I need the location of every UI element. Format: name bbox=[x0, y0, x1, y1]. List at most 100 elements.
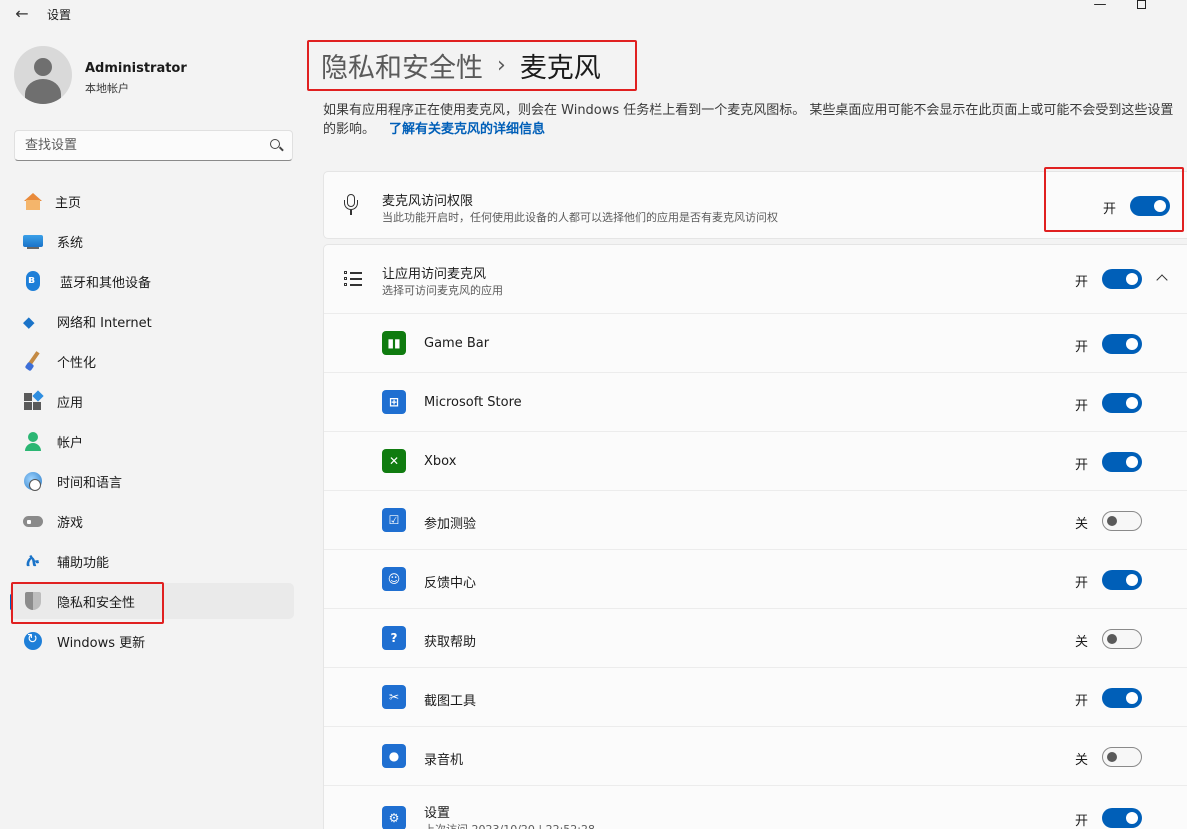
sidebar-item-label: 蓝牙和其他设备 bbox=[60, 275, 152, 291]
app-name: Game Bar bbox=[424, 336, 490, 351]
app-access-state: 开 bbox=[1075, 275, 1089, 290]
accessibility-icon: ሉ bbox=[26, 550, 39, 571]
sidebar-item-accessibility[interactable]: ሉ 辅助功能 bbox=[10, 543, 294, 579]
learn-more-link[interactable]: 了解有关麦克风的详细信息 bbox=[389, 122, 545, 137]
app-row-game-bar: ▮▮ Game Bar 开 bbox=[324, 314, 1187, 372]
breadcrumb-separator-icon: › bbox=[497, 53, 506, 78]
game-bar-icon: ▮▮ bbox=[382, 331, 406, 355]
apps-icon bbox=[23, 390, 44, 411]
sidebar-item-label: 网络和 Internet bbox=[57, 315, 152, 331]
sidebar-item-label: 个性化 bbox=[57, 355, 97, 371]
sidebar: Administrator 本地帐户 主页 系统 ʙ 蓝牙和其他设备 ◆ 网络和… bbox=[0, 28, 308, 829]
app-row-snipping-tool: ✂ 截图工具 开 bbox=[324, 668, 1187, 726]
chevron-up-icon[interactable] bbox=[1156, 274, 1168, 286]
app-toggle[interactable] bbox=[1102, 393, 1142, 413]
get-help-icon: ? bbox=[382, 626, 406, 650]
app-access-title: 让应用访问麦克风 bbox=[382, 267, 487, 282]
app-state: 关 bbox=[1075, 517, 1089, 532]
search-input[interactable] bbox=[15, 131, 255, 160]
sidebar-item-home[interactable]: 主页 bbox=[10, 183, 294, 219]
back-button[interactable]: ← bbox=[12, 4, 32, 24]
app-state: 开 bbox=[1075, 399, 1089, 414]
mic-access-toggle[interactable] bbox=[1130, 196, 1170, 216]
system-icon bbox=[23, 231, 43, 251]
mic-access-title: 麦克风访问权限 bbox=[382, 194, 474, 209]
app-row-get-help: ? 获取帮助 关 bbox=[324, 609, 1187, 667]
sound-recorder-icon: ● bbox=[382, 744, 406, 768]
app-name: 设置 bbox=[424, 806, 451, 821]
sidebar-item-label: 辅助功能 bbox=[57, 555, 110, 571]
app-name: 录音机 bbox=[424, 753, 464, 768]
app-state: 关 bbox=[1075, 753, 1089, 768]
sidebar-item-personalization[interactable]: 个性化 bbox=[10, 343, 294, 379]
avatar-body bbox=[25, 79, 61, 104]
sidebar-item-label: 游戏 bbox=[57, 515, 84, 531]
settings-gear-icon: ⚙ bbox=[382, 806, 406, 829]
app-access-subtitle: 选择可访问麦克风的应用 bbox=[382, 284, 503, 297]
app-toggle[interactable] bbox=[1102, 452, 1142, 472]
update-icon: ↻ bbox=[23, 631, 43, 651]
time-language-icon bbox=[23, 471, 43, 491]
app-access-toggle[interactable] bbox=[1102, 269, 1142, 289]
app-name: 反馈中心 bbox=[424, 576, 477, 591]
wifi-icon: ◆ bbox=[23, 313, 35, 331]
take-a-test-icon: ☑ bbox=[382, 508, 406, 532]
sidebar-item-label: 隐私和安全性 bbox=[57, 595, 136, 611]
app-state: 开 bbox=[1075, 458, 1089, 473]
sidebar-item-apps[interactable]: 应用 bbox=[10, 383, 294, 419]
xbox-icon: ✕ bbox=[382, 449, 406, 473]
search-box bbox=[14, 130, 293, 161]
microsoft-store-icon: ⊞ bbox=[382, 390, 406, 414]
sidebar-item-system[interactable]: 系统 bbox=[10, 223, 294, 259]
main-content: 隐私和安全性 › 麦克风 如果有应用程序正在使用麦克风，则会在 Windows … bbox=[308, 28, 1187, 829]
sidebar-item-accounts[interactable]: 帐户 bbox=[10, 423, 294, 459]
sidebar-item-windows-update[interactable]: ↻ Windows 更新 bbox=[10, 623, 294, 659]
sidebar-item-privacy-security[interactable]: 隐私和安全性 bbox=[10, 583, 294, 619]
page-title: 麦克风 bbox=[519, 53, 601, 84]
sidebar-item-gaming[interactable]: 游戏 bbox=[10, 503, 294, 539]
avatar-head bbox=[34, 58, 52, 76]
app-toggle[interactable] bbox=[1102, 570, 1142, 590]
gamepad-icon bbox=[23, 511, 43, 531]
app-row-xbox: ✕ Xbox 开 bbox=[324, 432, 1187, 490]
app-name: 参加测验 bbox=[424, 517, 477, 532]
mic-access-subtitle: 当此功能开启时，任何使用此设备的人都可以选择他们的应用是否有麦克风访问权 bbox=[382, 211, 778, 224]
search-icon[interactable] bbox=[270, 139, 280, 149]
list-icon bbox=[344, 271, 362, 287]
app-state: 开 bbox=[1075, 576, 1089, 591]
app-toggle[interactable] bbox=[1102, 629, 1142, 649]
sidebar-item-label: 系统 bbox=[57, 235, 84, 251]
breadcrumb-parent[interactable]: 隐私和安全性 bbox=[321, 46, 483, 85]
snipping-tool-icon: ✂ bbox=[382, 685, 406, 709]
app-toggle[interactable] bbox=[1102, 688, 1142, 708]
bluetooth-icon: ʙ bbox=[26, 271, 40, 291]
app-toggle[interactable] bbox=[1102, 747, 1142, 767]
app-row-sound-recorder: ● 录音机 关 bbox=[324, 727, 1187, 785]
app-name: 截图工具 bbox=[424, 694, 477, 709]
window-title: 设置 bbox=[47, 8, 72, 22]
sidebar-item-label: 应用 bbox=[57, 395, 84, 411]
sidebar-item-label: 帐户 bbox=[57, 435, 84, 451]
app-access-header[interactable]: 让应用访问麦克风 选择可访问麦克风的应用 开 bbox=[324, 245, 1187, 313]
app-row-feedback-hub: ☺ 反馈中心 开 bbox=[324, 550, 1187, 608]
app-state: 开 bbox=[1075, 814, 1089, 829]
sidebar-item-bluetooth[interactable]: ʙ 蓝牙和其他设备 bbox=[10, 263, 294, 299]
app-state: 开 bbox=[1075, 694, 1089, 709]
app-name: 获取帮助 bbox=[424, 635, 477, 650]
app-name: Xbox bbox=[424, 454, 457, 469]
app-toggle[interactable] bbox=[1102, 808, 1142, 828]
avatar[interactable] bbox=[14, 46, 72, 104]
sidebar-item-network[interactable]: ◆ 网络和 Internet bbox=[10, 303, 294, 339]
app-row-settings: ⚙ 设置 上次访问 2023/10/20 | 22:52:28 开 bbox=[324, 786, 1187, 829]
app-name: Microsoft Store bbox=[424, 395, 522, 410]
sidebar-item-label: 主页 bbox=[55, 195, 82, 211]
app-toggle[interactable] bbox=[1102, 334, 1142, 354]
sidebar-item-time-language[interactable]: 时间和语言 bbox=[10, 463, 294, 499]
minimize-button[interactable]: — bbox=[1077, 0, 1123, 14]
app-toggle[interactable] bbox=[1102, 511, 1142, 531]
app-state: 关 bbox=[1075, 635, 1089, 650]
sidebar-nav: 主页 系统 ʙ 蓝牙和其他设备 ◆ 网络和 Internet 个性化 应用 帐户 bbox=[10, 183, 294, 663]
app-last-access: 上次访问 2023/10/20 | 22:52:28 bbox=[424, 821, 595, 829]
sidebar-item-label: 时间和语言 bbox=[57, 475, 123, 491]
maximize-button[interactable] bbox=[1118, 0, 1164, 14]
